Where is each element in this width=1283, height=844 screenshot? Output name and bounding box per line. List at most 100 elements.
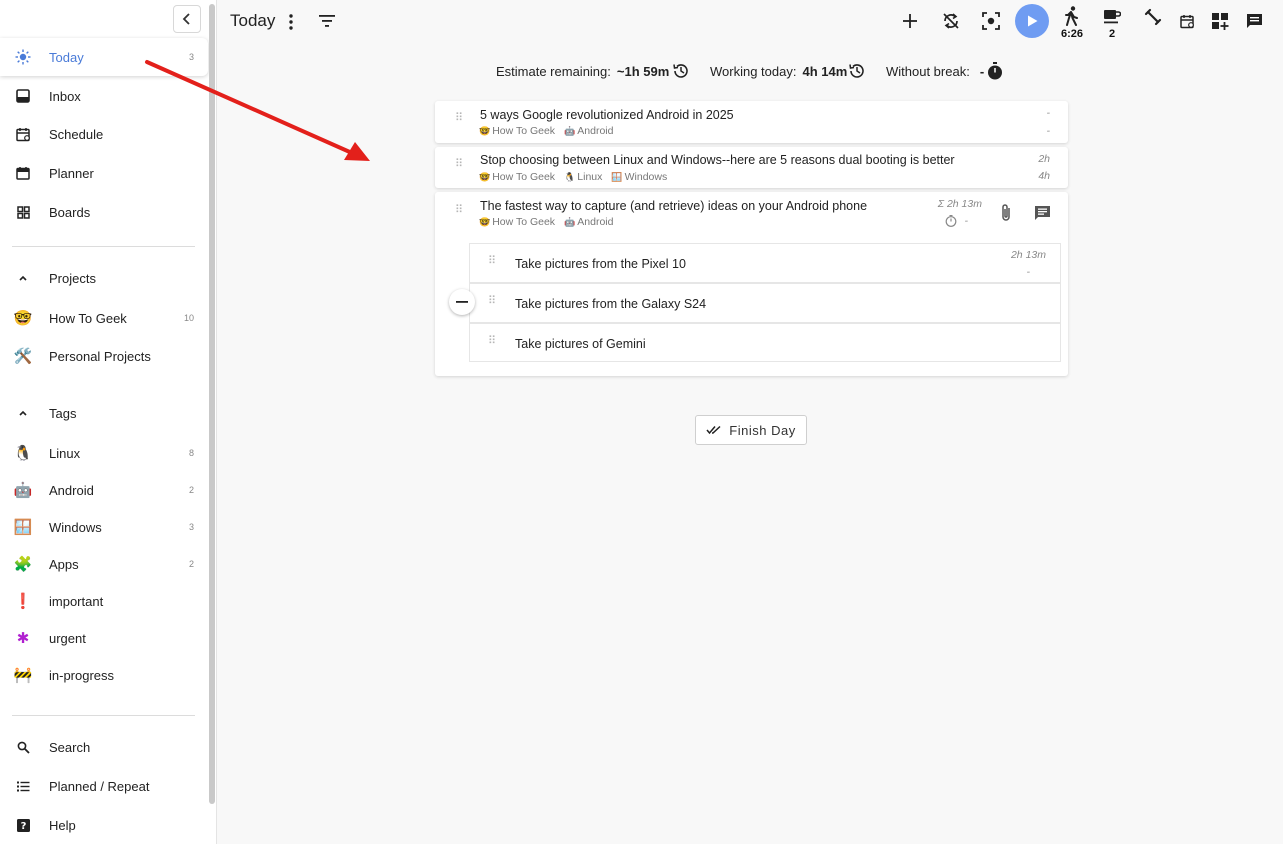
count-badge: 10 (183, 313, 194, 323)
task-title[interactable]: The fastest way to capture (and retrieve… (480, 199, 867, 213)
add-icon[interactable] (901, 12, 919, 30)
chat-icon[interactable] (1245, 12, 1263, 30)
tag-label: Linux (577, 171, 603, 183)
sidebar-item-help[interactable]: ? Help (0, 806, 208, 844)
subtask-item[interactable]: ⠿ Take pictures from the Galaxy S24 (469, 283, 1061, 323)
tag-label: in-progress (49, 667, 115, 683)
time-spent-total[interactable]: Σ 2h 13m (938, 198, 982, 210)
drag-handle-icon[interactable]: ⠿ (488, 296, 497, 307)
time-estimate-value: - (964, 215, 969, 227)
subtask-title[interactable]: Take pictures from the Pixel 10 (515, 257, 686, 271)
sidebar-item-project-personal[interactable]: 🛠️ Personal Projects (0, 337, 208, 375)
time-spent[interactable]: - (1047, 107, 1051, 119)
tag-label: How To Geek (492, 171, 556, 183)
focus-mode-icon[interactable] (981, 11, 1001, 31)
done-all-icon (706, 425, 721, 435)
project-label: Personal Projects (49, 348, 151, 364)
tag-label: Android (577, 216, 614, 228)
tag-label: Apps (49, 556, 79, 572)
drag-handle-icon[interactable]: ⠿ (455, 113, 464, 124)
subtask-item[interactable]: ⠿ Take pictures from the Pixel 10 2h 13m… (469, 243, 1061, 283)
add-widget-icon[interactable] (1211, 12, 1229, 30)
calendar-icon (12, 166, 34, 180)
task-tag[interactable]: 🤓 How To Geek (479, 216, 555, 228)
task-tag[interactable]: 🪟 Windows (611, 171, 667, 183)
sidebar-item-tag-urgent[interactable]: ✱ urgent (0, 619, 208, 657)
time-estimate[interactable]: 4h (1038, 170, 1050, 182)
stat-value: - (979, 63, 985, 79)
collapse-sidebar-button[interactable] (173, 5, 201, 33)
task-tag[interactable]: 🤖 Android (564, 125, 613, 137)
sidebar-scrollbar[interactable] (209, 4, 215, 804)
tag-label: How To Geek (492, 125, 556, 137)
comment-icon[interactable] (1032, 204, 1052, 222)
robot-icon: 🤖 (13, 482, 33, 499)
task-title[interactable]: 5 ways Google revolutionized Android in … (480, 108, 734, 122)
finish-day-button[interactable]: Finish Day (695, 415, 807, 445)
sidebar-item-tag-linux[interactable]: 🐧 Linux 8 (0, 434, 208, 472)
drag-handle-icon[interactable]: ⠿ (455, 205, 464, 216)
schedule-icon[interactable] (1178, 12, 1196, 30)
puzzle-icon: 🧩 (13, 556, 33, 573)
task-tag[interactable]: 🐧 Linux (564, 171, 602, 183)
sidebar-item-tag-apps[interactable]: 🧩 Apps 2 (0, 545, 208, 583)
sidebar-item-today[interactable]: Today 3 (0, 38, 208, 76)
task-tag[interactable]: 🤓 How To Geek (479, 171, 555, 183)
filter-icon[interactable] (318, 13, 336, 29)
drag-handle-icon[interactable]: ⠿ (455, 159, 464, 170)
time-estimate[interactable]: - (945, 215, 969, 227)
sidebar-item-tag-android[interactable]: 🤖 Android 2 (0, 471, 208, 509)
sun-icon (12, 49, 34, 65)
task-tag[interactable]: 🤓 How To Geek (479, 125, 555, 137)
chevron-up-icon (12, 408, 34, 418)
history-icon (673, 64, 689, 78)
time-spent[interactable]: 2h (1038, 153, 1050, 165)
sidebar-item-schedule[interactable]: Schedule (0, 115, 208, 153)
projects-section-header[interactable]: Projects (0, 259, 208, 297)
coffee-icon[interactable] (1102, 8, 1122, 26)
history-icon (849, 64, 865, 78)
sidebar-item-tag-in-progress[interactable]: 🚧 in-progress (0, 656, 208, 694)
collapse-subtasks-button[interactable] (449, 289, 475, 315)
task-item[interactable]: ⠿ 5 ways Google revolutionized Android i… (435, 101, 1068, 143)
schedule-icon (12, 127, 34, 142)
walk-timer: 6:26 (1060, 28, 1084, 40)
nerd-face-icon: 🤓 (479, 171, 491, 182)
task-title[interactable]: Stop choosing between Linux and Windows-… (480, 153, 955, 167)
sidebar-item-planned-repeat[interactable]: Planned / Repeat (0, 767, 208, 805)
fitness-icon[interactable] (1143, 8, 1163, 26)
time-estimate[interactable]: - (1027, 266, 1031, 278)
walking-icon[interactable] (1062, 6, 1082, 26)
sidebar-item-inbox[interactable]: Inbox (0, 77, 208, 115)
sidebar-item-search[interactable]: Search (0, 728, 208, 766)
penguin-icon: 🐧 (564, 171, 576, 182)
stat-label: Without break: (886, 63, 970, 79)
time-spent[interactable]: 2h 13m (1011, 249, 1046, 261)
sidebar-item-boards[interactable]: Boards (0, 193, 208, 231)
construction-icon: 🚧 (13, 667, 33, 684)
svg-text:?: ? (20, 821, 26, 832)
task-item[interactable]: ⠿ Stop choosing between Linux and Window… (435, 147, 1068, 188)
subtask-item[interactable]: ⠿ Take pictures of Gemini (469, 323, 1061, 362)
penguin-icon: 🐧 (13, 445, 33, 462)
sync-disabled-icon[interactable] (941, 11, 961, 31)
time-estimate[interactable]: - (1047, 125, 1051, 137)
sidebar-item-tag-windows[interactable]: 🪟 Windows 3 (0, 508, 208, 546)
page-title: Today (230, 11, 276, 30)
more-vert-icon[interactable] (284, 12, 298, 32)
drag-handle-icon[interactable]: ⠿ (488, 256, 497, 267)
drag-handle-icon[interactable]: ⠿ (488, 336, 497, 347)
play-button[interactable] (1015, 4, 1049, 38)
tags-section-header[interactable]: Tags (0, 394, 208, 432)
sidebar-item-project-how-to-geek[interactable]: 🤓 How To Geek 10 (0, 299, 208, 337)
task-tag[interactable]: 🤖 Android (564, 216, 613, 228)
subtask-title[interactable]: Take pictures of Gemini (515, 337, 646, 351)
count-badge: 3 (188, 52, 194, 62)
nerd-face-icon: 🤓 (13, 310, 33, 327)
sidebar-item-tag-important[interactable]: ❗ important (0, 582, 208, 620)
attachment-icon[interactable] (997, 203, 1015, 223)
nerd-face-icon: 🤓 (479, 216, 491, 227)
sidebar-item-planner[interactable]: Planner (0, 154, 208, 192)
tag-label: Windows (49, 519, 102, 535)
subtask-title[interactable]: Take pictures from the Galaxy S24 (515, 297, 706, 311)
